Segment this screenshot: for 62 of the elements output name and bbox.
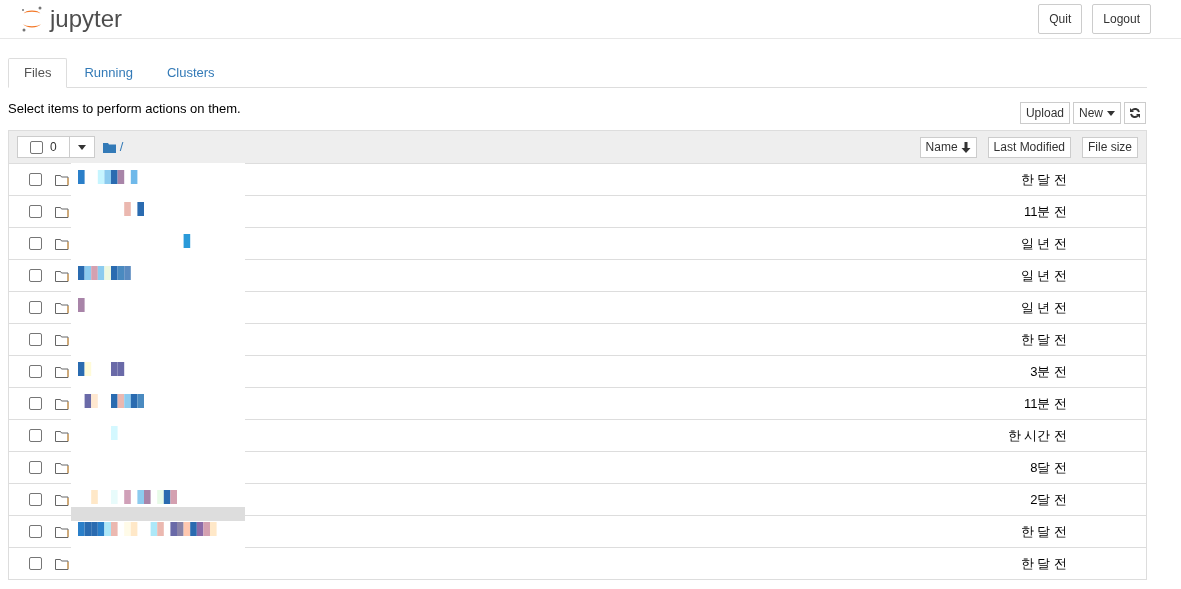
refresh-icon — [1129, 107, 1141, 119]
logo-icon — [20, 5, 44, 33]
tab[interactable]: Files — [8, 58, 68, 88]
breadcrumb-link[interactable]: / — [119, 137, 124, 157]
modified-time: 11분 전 — [1023, 394, 1067, 413]
folder-icon — [55, 237, 69, 250]
sort-button[interactable]: Name — [919, 136, 977, 158]
checkbox[interactable] — [29, 269, 42, 282]
folder-icon — [55, 173, 69, 186]
arrow-down-icon — [960, 141, 971, 153]
tab[interactable]: Running — [67, 58, 150, 87]
folder-icon — [55, 333, 69, 346]
sort-button[interactable]: Last Modified — [987, 136, 1071, 158]
upload-button[interactable]: Upload — [1019, 102, 1070, 124]
new-button[interactable]: New — [1073, 102, 1121, 124]
sort-button[interactable]: File size — [1082, 136, 1138, 158]
logo-text: jupyter — [50, 7, 123, 31]
checkbox[interactable] — [29, 493, 42, 506]
checkbox[interactable] — [29, 205, 42, 218]
modified-time: 일 년 전 — [1020, 234, 1067, 253]
checkbox[interactable] — [29, 237, 42, 250]
selected-count: 0 — [50, 139, 57, 156]
checkbox[interactable] — [29, 557, 42, 570]
folder-icon — [55, 397, 69, 410]
caret-icon[interactable] — [77, 144, 86, 150]
checkbox[interactable] — [29, 173, 42, 186]
checkbox[interactable] — [29, 461, 42, 474]
modified-time: 일 년 전 — [1020, 298, 1067, 317]
caret-icon — [1107, 110, 1115, 116]
modified-time: 2달 전 — [1030, 490, 1067, 509]
modified-time: 일 년 전 — [1020, 266, 1067, 285]
folder-icon[interactable] — [102, 141, 116, 153]
modified-time: 8달 전 — [1030, 458, 1067, 477]
modified-time: 3분 전 — [1030, 362, 1067, 381]
checkbox[interactable] — [29, 525, 42, 538]
folder-icon — [55, 493, 69, 506]
folder-icon — [55, 429, 69, 442]
instruction-text: Select items to perform actions on them. — [8, 100, 241, 119]
modified-time: 한 달 전 — [1020, 554, 1067, 573]
folder-icon — [55, 365, 69, 378]
checkbox[interactable] — [29, 429, 42, 442]
modified-time: 한 달 전 — [1020, 170, 1067, 189]
checkbox[interactable] — [29, 365, 42, 378]
checkbox[interactable] — [29, 301, 42, 314]
refresh-button[interactable] — [1124, 102, 1146, 124]
modified-time: 11분 전 — [1023, 202, 1067, 221]
modified-time: 한 달 전 — [1020, 522, 1067, 541]
tab[interactable]: Clusters — [149, 58, 232, 87]
select-all-control[interactable]: 0 — [17, 136, 95, 158]
folder-icon — [55, 461, 69, 474]
checkbox[interactable] — [29, 397, 42, 410]
logout-button[interactable]: Logout — [1092, 4, 1151, 34]
folder-icon — [55, 269, 69, 282]
folder-icon — [55, 205, 69, 218]
folder-icon — [55, 525, 69, 538]
folder-icon — [55, 557, 69, 570]
quit-button[interactable]: Quit — [1038, 4, 1083, 34]
modified-time: 한 시간 전 — [1007, 426, 1067, 445]
modified-time: 한 달 전 — [1020, 330, 1067, 349]
folder-icon — [55, 301, 69, 314]
checkbox[interactable] — [30, 140, 43, 154]
checkbox[interactable] — [29, 333, 42, 346]
